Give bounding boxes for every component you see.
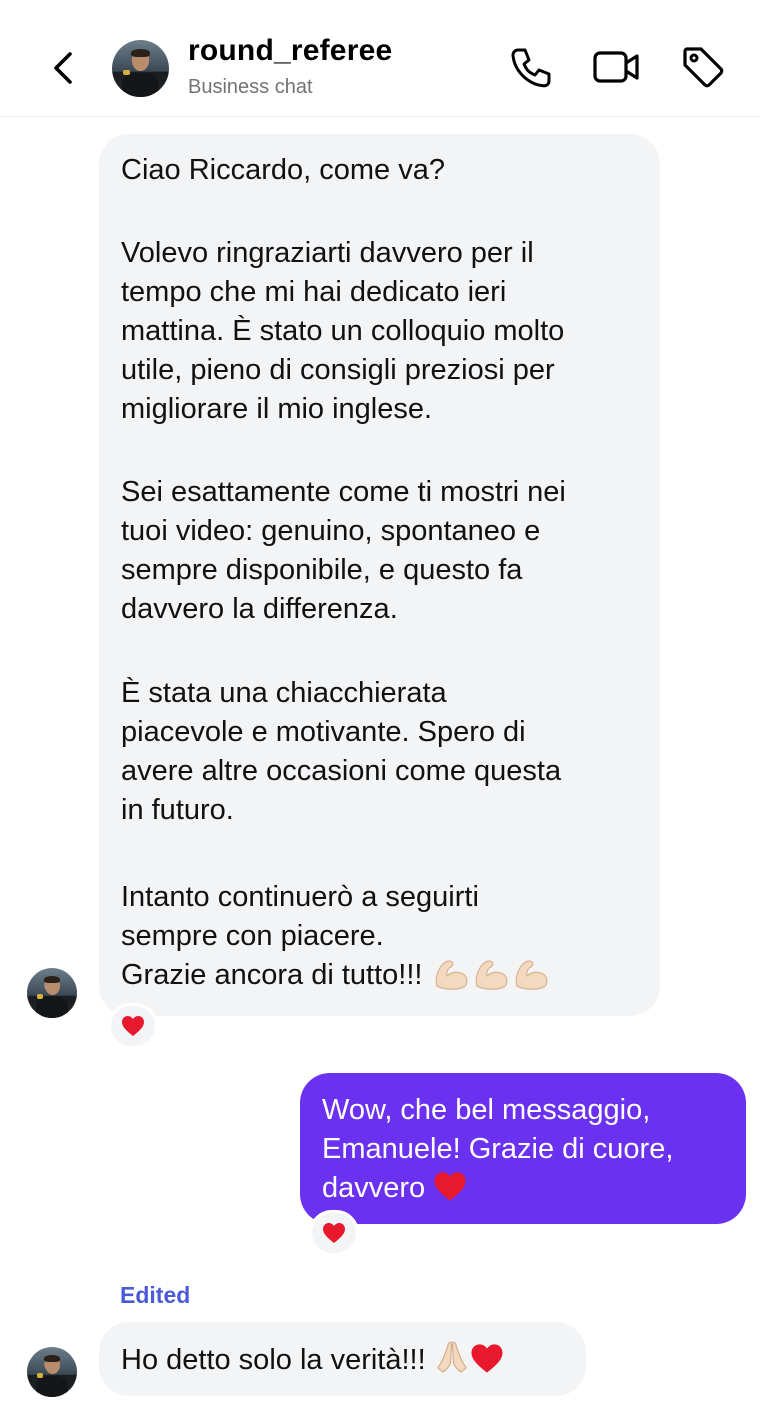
tag-icon [683,47,724,88]
red-heart-emoji [471,1344,503,1373]
incoming-message-bubble[interactable]: Ciao Riccardo, come va? Volevo ringrazia… [99,134,660,1016]
video-camera-icon [593,51,639,83]
outgoing-message-bubble[interactable]: Wow, che bel messaggio, Emanuele! Grazie… [300,1073,746,1224]
message-text-wrap: Wow, che bel messaggio, Emanuele! Grazie… [322,1091,742,1208]
red-heart-emoji [323,1223,345,1243]
flexed-biceps-emoji [471,956,511,1001]
red-heart-emoji [434,1172,466,1201]
avatar[interactable] [112,40,169,97]
back-chevron-icon [54,52,72,84]
message-text-wrap: Ho detto solo la verità!!! [121,1339,504,1386]
phone-icon [511,48,551,88]
message-paragraph-last: Intanto continuerò a seguirti sempre con… [121,878,651,1001]
incoming-message-bubble[interactable]: Ho detto solo la verità!!! [99,1322,586,1396]
back-button[interactable] [44,44,84,92]
message-paragraph: Volevo ringraziarti davvero per il tempo… [121,237,565,425]
flexed-biceps-emoji [511,956,551,1001]
chat-header: round_referee Business chat [0,0,760,117]
red-heart-emoji [122,1016,144,1036]
edited-label[interactable]: Edited [120,1282,190,1309]
video-call-button[interactable] [592,44,639,90]
message-reaction[interactable] [309,1210,359,1256]
folded-hands-emoji [434,1339,470,1386]
message-paragraph: Intanto continuerò a seguirti sempre con… [121,881,479,991]
sender-avatar[interactable] [27,968,77,1018]
sender-avatar[interactable] [27,1347,77,1397]
message-paragraph: È stata una chiacchierata piacevole e mo… [121,677,562,826]
message-text: Wow, che bel messaggio, Emanuele! Grazie… [322,1094,674,1204]
message-reaction[interactable] [108,1003,158,1049]
message-text: Ho detto solo la verità!!! [121,1344,426,1376]
label-button[interactable] [680,44,726,90]
chat-username[interactable]: round_referee [188,34,392,68]
chat-subtitle: Business chat [188,76,313,98]
message-paragraph: Ciao Riccardo, come va? [121,154,445,186]
call-button[interactable] [508,44,554,90]
message-paragraph: Sei esattamente come ti mostri nei tuoi … [121,476,566,625]
flexed-biceps-emoji [431,956,471,1001]
